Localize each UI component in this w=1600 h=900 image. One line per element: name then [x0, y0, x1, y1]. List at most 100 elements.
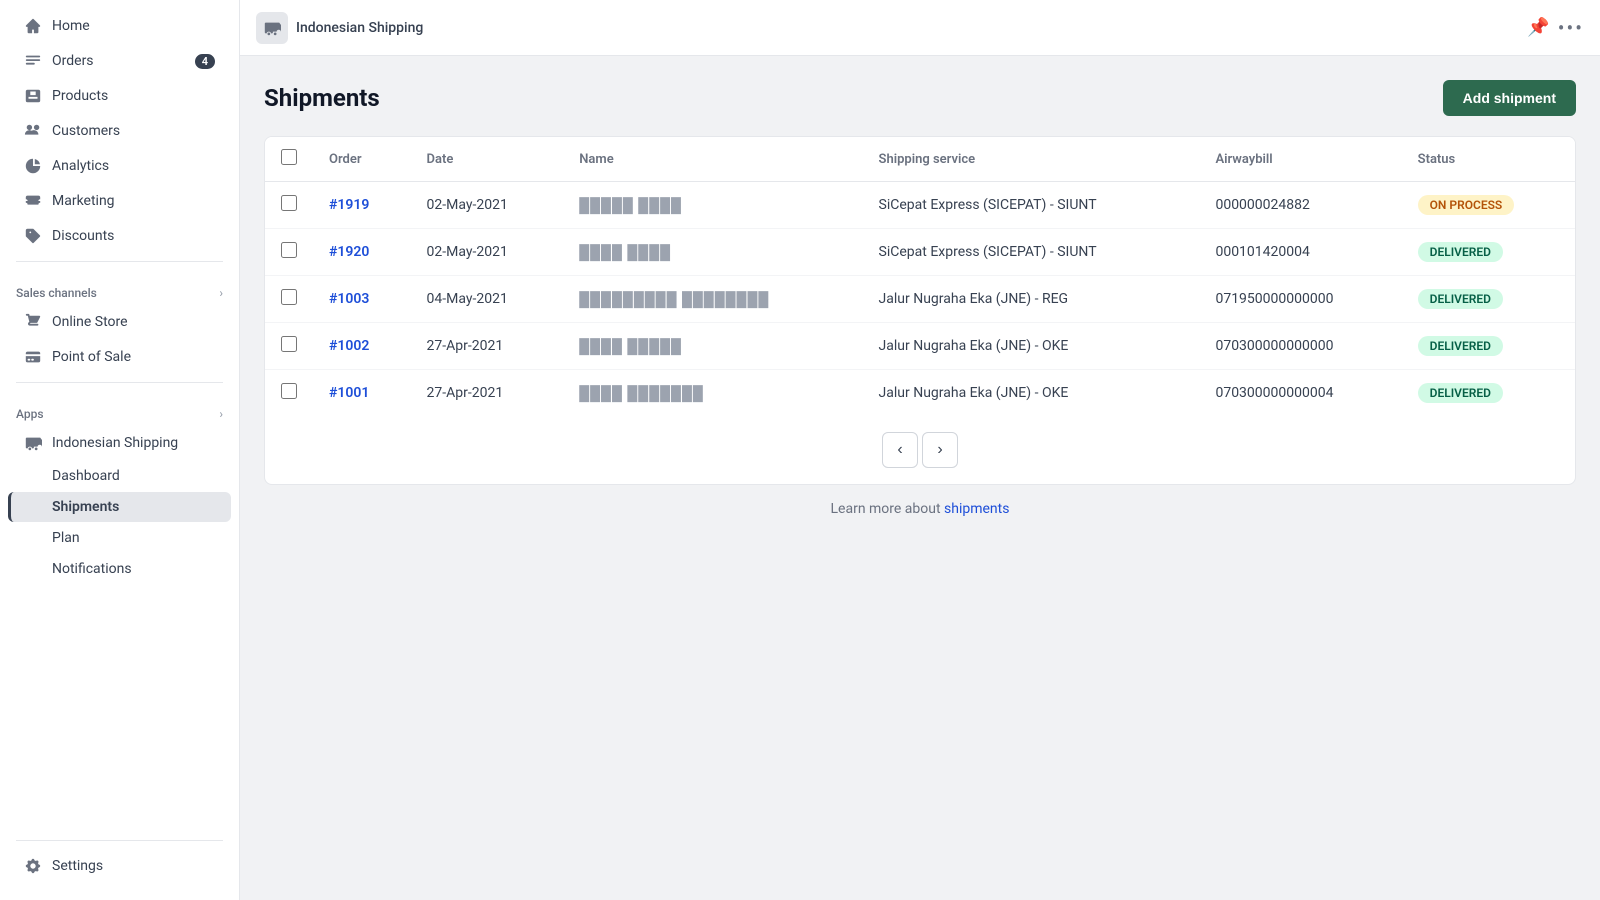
row-name: ████ █████: [563, 323, 862, 370]
row-checkbox-3[interactable]: [281, 336, 297, 352]
app-sub-nav: Dashboard Shipments Plan Notifications: [0, 461, 239, 584]
apps-section: Apps ›: [0, 391, 239, 425]
row-order: #1002: [313, 323, 411, 370]
row-date: 27-Apr-2021: [411, 323, 564, 370]
sidebar-item-analytics[interactable]: Analytics: [8, 149, 231, 183]
sidebar-item-label-online-store: Online Store: [52, 314, 215, 330]
sidebar-item-label-marketing: Marketing: [52, 193, 215, 209]
sidebar-item-label-home: Home: [52, 18, 215, 34]
dashboard-label: Dashboard: [52, 468, 120, 484]
sidebar-item-discounts[interactable]: Discounts: [8, 219, 231, 253]
sales-channels-label: Sales channels: [16, 286, 97, 300]
row-shipping-service: SiCepat Express (SICEPAT) - SIUNT: [863, 182, 1200, 229]
footer-text: Learn more about: [831, 501, 945, 517]
status-badge: ON PROCESS: [1418, 195, 1515, 215]
table-row[interactable]: #1001 27-Apr-2021 ████ ███████ Jalur Nug…: [265, 370, 1575, 417]
topbar: Indonesian Shipping 📌 •••: [240, 0, 1600, 56]
header-status: Status: [1402, 137, 1575, 182]
shipping-app-icon: [24, 434, 42, 452]
row-shipping-service: Jalur Nugraha Eka (JNE) - REG: [863, 276, 1200, 323]
marketing-icon: [24, 192, 42, 210]
row-date: 04-May-2021: [411, 276, 564, 323]
sidebar-item-dashboard[interactable]: Dashboard: [8, 461, 231, 491]
table-wrap: Order Date Name Shipping service Airwayb…: [265, 137, 1575, 416]
table-row[interactable]: #1920 02-May-2021 ████ ████ SiCepat Expr…: [265, 229, 1575, 276]
footer-link-container: Learn more about shipments: [264, 485, 1576, 533]
row-status: DELIVERED: [1402, 323, 1575, 370]
plan-label: Plan: [52, 530, 80, 546]
row-status: DELIVERED: [1402, 370, 1575, 417]
status-badge: DELIVERED: [1418, 242, 1503, 262]
products-icon: [24, 87, 42, 105]
sidebar-item-label-discounts: Discounts: [52, 228, 215, 244]
sidebar-item-label-orders: Orders: [52, 53, 185, 69]
apps-chevron-icon[interactable]: ›: [219, 407, 223, 421]
row-checkbox-1[interactable]: [281, 242, 297, 258]
customers-icon: [24, 122, 42, 140]
discounts-icon: [24, 227, 42, 245]
header-shipping-service: Shipping service: [863, 137, 1200, 182]
status-badge: DELIVERED: [1418, 289, 1503, 309]
notifications-label: Notifications: [52, 561, 132, 577]
row-status: DELIVERED: [1402, 276, 1575, 323]
shipments-table-card: Order Date Name Shipping service Airwayb…: [264, 136, 1576, 485]
row-date: 02-May-2021: [411, 182, 564, 229]
row-airwaybill: 000101420004: [1199, 229, 1401, 276]
sidebar-nav: Home Orders 4 Products Customers A: [0, 0, 239, 593]
sidebar-item-plan[interactable]: Plan: [8, 523, 231, 553]
header-date: Date: [411, 137, 564, 182]
row-date: 02-May-2021: [411, 229, 564, 276]
sidebar-item-label-analytics: Analytics: [52, 158, 215, 174]
order-link[interactable]: #1003: [329, 291, 369, 307]
row-order: #1003: [313, 276, 411, 323]
page-header: Shipments Add shipment: [264, 80, 1576, 116]
sidebar-item-label-customers: Customers: [52, 123, 215, 139]
row-shipping-service: Jalur Nugraha Eka (JNE) - OKE: [863, 370, 1200, 417]
more-options-icon[interactable]: •••: [1558, 16, 1584, 40]
pin-icon[interactable]: 📌: [1527, 17, 1549, 38]
sidebar-item-notifications[interactable]: Notifications: [8, 554, 231, 584]
row-order: #1001: [313, 370, 411, 417]
table-row[interactable]: #1003 04-May-2021 █████████ ████████ Jal…: [265, 276, 1575, 323]
row-checkbox-cell: [265, 276, 313, 323]
table-row[interactable]: #1919 02-May-2021 █████ ████ SiCepat Exp…: [265, 182, 1575, 229]
home-icon: [24, 17, 42, 35]
pagination: ‹ ›: [265, 416, 1575, 484]
row-checkbox-cell: [265, 370, 313, 417]
sidebar-item-indonesian-shipping[interactable]: Indonesian Shipping: [8, 426, 231, 460]
sidebar-item-customers[interactable]: Customers: [8, 114, 231, 148]
header-name: Name: [563, 137, 862, 182]
topbar-title: Indonesian Shipping: [296, 20, 1519, 36]
sidebar-item-orders[interactable]: Orders 4: [8, 44, 231, 78]
order-link[interactable]: #1001: [329, 385, 369, 401]
sidebar-item-marketing[interactable]: Marketing: [8, 184, 231, 218]
row-checkbox-4[interactable]: [281, 383, 297, 399]
row-order: #1919: [313, 182, 411, 229]
sidebar-item-online-store[interactable]: Online Store: [8, 305, 231, 339]
order-link[interactable]: #1919: [329, 197, 369, 213]
analytics-icon: [24, 157, 42, 175]
sidebar-item-point-of-sale[interactable]: Point of Sale: [8, 340, 231, 374]
next-page-button[interactable]: ›: [922, 432, 958, 468]
sidebar-item-home[interactable]: Home: [8, 9, 231, 43]
order-link[interactable]: #1920: [329, 244, 369, 260]
store-icon: [24, 313, 42, 331]
row-checkbox-2[interactable]: [281, 289, 297, 305]
chevron-right-icon[interactable]: ›: [219, 286, 223, 300]
main-content: Indonesian Shipping 📌 ••• Shipments Add …: [240, 0, 1600, 900]
row-shipping-service: SiCepat Express (SICEPAT) - SIUNT: [863, 229, 1200, 276]
settings-label: Settings: [52, 858, 215, 874]
row-checkbox-0[interactable]: [281, 195, 297, 211]
table-row[interactable]: #1002 27-Apr-2021 ████ █████ Jalur Nugra…: [265, 323, 1575, 370]
prev-page-button[interactable]: ‹: [882, 432, 918, 468]
sidebar-item-shipments[interactable]: Shipments: [8, 492, 231, 522]
row-airwaybill: 070300000000000: [1199, 323, 1401, 370]
divider-1: [16, 261, 223, 262]
sidebar-item-settings[interactable]: Settings: [8, 849, 231, 883]
shipments-link[interactable]: shipments: [944, 501, 1009, 517]
order-link[interactable]: #1002: [329, 338, 369, 354]
add-shipment-button[interactable]: Add shipment: [1443, 80, 1576, 116]
row-name: █████████ ████████: [563, 276, 862, 323]
sidebar-item-products[interactable]: Products: [8, 79, 231, 113]
select-all-checkbox[interactable]: [281, 149, 297, 165]
